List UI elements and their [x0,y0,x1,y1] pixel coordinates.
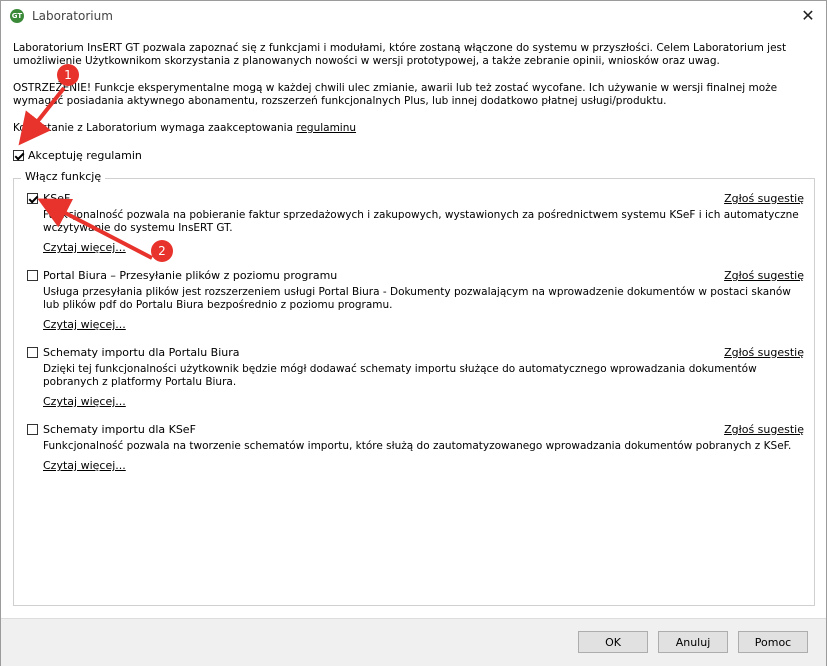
terms-text: Korzystanie z Laboratorium wymaga zaakce… [13,122,297,134]
features-group-legend: Włącz funkcję [21,170,106,183]
app-logo-icon: GT [10,9,24,23]
terms-link[interactable]: regulaminu [296,122,356,134]
feature-portal-upload-suggest-link[interactable]: Zgłoś sugestię [724,269,804,282]
feature-portal-upload: Portal Biura – Przesyłanie plików z pozi… [27,269,809,331]
feature-portal-upload-name: Portal Biura – Przesyłanie plików z pozi… [43,269,338,282]
feature-ksef-import-suggest-link[interactable]: Zgłoś sugestię [724,423,804,436]
feature-portal-upload-description: Usługa przesyłania plików jest rozszerze… [43,286,791,311]
feature-portal-import-checkbox[interactable] [27,347,38,358]
cancel-button[interactable]: Anuluj [658,631,728,653]
feature-ksef-import-read-more-link[interactable]: Czytaj więcej... [43,459,126,472]
annotation-badge-2: 2 [151,240,173,262]
ok-button[interactable]: OK [578,631,648,653]
feature-portal-upload-read-more-link[interactable]: Czytaj więcej... [43,318,126,331]
intro-paragraph: Laboratorium InsERT GT pozwala zapoznać … [13,42,787,67]
accept-terms-row[interactable]: Akceptuję regulamin [13,148,142,162]
accept-terms-label: Akceptuję regulamin [28,148,142,162]
feature-ksef-import-checkbox[interactable] [27,424,38,435]
dialog-window: GT Laboratorium ✕ Laboratorium InsERT GT… [0,0,827,666]
feature-portal-import: Schematy importu dla Portalu Biura Zgłoś… [27,346,809,408]
accept-terms-checkbox[interactable] [13,149,24,161]
feature-portal-import-name: Schematy importu dla Portalu Biura [43,346,240,359]
feature-portal-import-description: Dzięki tej funkcjonalności użytkownik bę… [43,363,757,388]
annotation-badge-1: 1 [57,64,79,86]
window-title: Laboratorium [32,9,113,23]
close-icon[interactable]: ✕ [790,1,826,31]
feature-portal-import-read-more-link[interactable]: Czytaj więcej... [43,395,126,408]
feature-ksef: KSeF Zgłoś sugestię Funkcjonalność pozwa… [27,192,809,254]
feature-portal-import-suggest-link[interactable]: Zgłoś sugestię [724,346,804,359]
feature-ksef-import-description: Funkcjonalność pozwala na tworzenie sche… [43,440,792,452]
dialog-content: Laboratorium InsERT GT pozwala zapoznać … [1,32,826,618]
feature-ksef-suggest-link[interactable]: Zgłoś sugestię [724,192,804,205]
feature-ksef-import: Schematy importu dla KSeF Zgłoś sugestię… [27,423,809,472]
feature-ksef-name: KSeF [43,192,71,205]
feature-ksef-read-more-link[interactable]: Czytaj więcej... [43,241,126,254]
feature-portal-upload-checkbox[interactable] [27,270,38,281]
title-bar: GT Laboratorium ✕ [1,1,826,32]
help-button[interactable]: Pomoc [738,631,808,653]
feature-ksef-checkbox[interactable] [27,193,38,204]
warning-paragraph: OSTRZEŻENIE! Funkcje eksperymentalne mog… [13,82,778,107]
feature-ksef-import-name: Schematy importu dla KSeF [43,423,196,436]
terms-paragraph: Korzystanie z Laboratorium wymaga zaakce… [13,122,813,135]
feature-ksef-description: Funkcjonalność pozwala na pobieranie fak… [43,209,799,234]
button-bar: OK Anuluj Pomoc [1,618,826,666]
